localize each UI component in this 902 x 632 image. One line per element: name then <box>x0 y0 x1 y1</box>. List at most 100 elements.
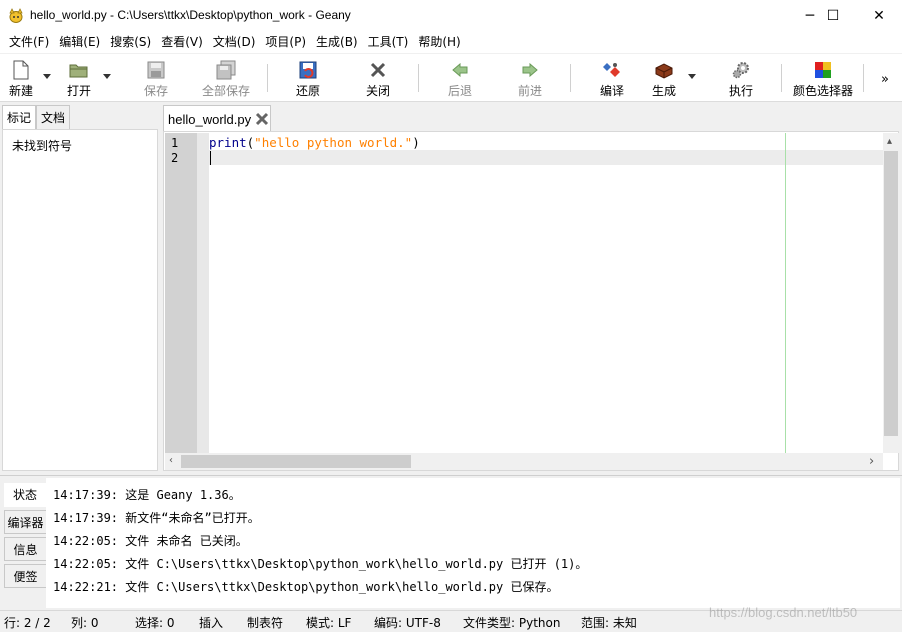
status-filetype: 文件类型: Python <box>463 616 561 630</box>
maximize-button[interactable]: ☐ <box>810 0 856 31</box>
run-button[interactable]: 执行 <box>726 58 756 100</box>
menu-bar: 文件(F) 编辑(E) 搜索(S) 查看(V) 文档(D) 项目(P) 生成(B… <box>0 31 902 53</box>
line-number: 1 <box>171 136 179 150</box>
status-log-panel: 14:17:39: 这是 Geany 1.36。 14:17:39: 新文件“未… <box>46 478 900 608</box>
build-button[interactable]: 生成 <box>649 58 679 100</box>
new-file-icon <box>11 60 31 80</box>
color-chooser-label: 颜色选择器 <box>792 84 853 98</box>
save-all-button[interactable]: 全部保存 <box>199 58 253 100</box>
text-caret <box>210 151 211 165</box>
tab-scribble[interactable]: 便签 <box>4 564 46 588</box>
long-line-marker <box>785 133 786 453</box>
tab-symbols[interactable]: 标记 <box>2 105 37 129</box>
save-button[interactable]: 保存 <box>140 58 172 100</box>
horizontal-scrollbar[interactable]: ‹ › <box>165 453 883 470</box>
compile-label: 编译 <box>599 84 624 98</box>
toolbar-separator <box>570 64 571 92</box>
forward-button[interactable]: 前进 <box>515 58 545 100</box>
status-encoding: 编码: UTF-8 <box>374 616 441 630</box>
scroll-up-icon[interactable]: ▴ <box>887 136 892 147</box>
code-keyword: print <box>209 135 247 150</box>
revert-button[interactable]: 还原 <box>293 58 323 100</box>
log-line: 14:17:39: 新文件“未命名”已打开。 <box>53 511 260 525</box>
close-window-button[interactable]: ✕ <box>856 0 902 31</box>
tab-status[interactable]: 状态 <box>4 483 46 507</box>
code-line: print("hello python world.") <box>209 135 420 150</box>
tab-documents[interactable]: 文档 <box>36 105 71 129</box>
forward-label: 前进 <box>517 84 542 98</box>
toolbar-overflow-chevron-icon[interactable]: » <box>881 72 889 87</box>
log-line: 14:22:05: 文件 C:\Users\ttkx\Desktop\pytho… <box>53 557 588 571</box>
watermark-text: https://blog.csdn.net/ltb50 <box>709 605 858 620</box>
no-symbols-text: 未找到符号 <box>12 139 73 153</box>
code-paren: ) <box>412 135 420 150</box>
build-dropdown-arrow[interactable] <box>688 74 696 79</box>
menu-edit[interactable]: 编辑(E) <box>54 32 105 52</box>
arrow-right-icon <box>520 60 540 80</box>
save-all-icon <box>216 60 236 80</box>
build-brick-icon <box>654 60 674 80</box>
new-button[interactable]: 新建 <box>6 58 36 100</box>
toolbar-separator <box>781 64 782 92</box>
geany-app-icon <box>8 8 24 24</box>
log-line: 14:17:39: 这是 Geany 1.36。 <box>53 488 241 502</box>
status-line: 行: 2 / 2 <box>4 616 51 630</box>
menu-search[interactable]: 搜索(S) <box>105 32 156 52</box>
compile-button[interactable]: 编译 <box>597 58 627 100</box>
close-file-button[interactable]: 关闭 <box>363 58 393 100</box>
status-indent-type: 制表符 <box>247 616 284 630</box>
open-folder-icon <box>69 60 89 80</box>
tab-compiler[interactable]: 编译器 <box>4 510 46 534</box>
line-number-gutter: 1 2 <box>165 133 197 453</box>
editor-area: hello_world.py 1 2 print("hello python w… <box>163 105 899 471</box>
document-tab[interactable]: hello_world.py <box>163 105 271 131</box>
menu-document[interactable]: 文档(D) <box>208 32 261 52</box>
toolbar-separator <box>863 64 864 92</box>
save-label: 保存 <box>143 84 168 98</box>
color-chooser-button[interactable]: 颜色选择器 <box>792 58 854 100</box>
vertical-scrollbar[interactable]: ▴ <box>883 133 899 453</box>
scroll-right-icon[interactable]: › <box>869 454 874 469</box>
tab-messages[interactable]: 信息 <box>4 537 46 561</box>
scroll-left-icon[interactable]: ‹ <box>169 455 173 466</box>
window-title: hello_world.py - C:\Users\ttkx\Desktop\p… <box>30 8 351 22</box>
menu-project[interactable]: 项目(P) <box>260 32 311 52</box>
vertical-scroll-thumb[interactable] <box>884 151 898 436</box>
log-line: 14:22:05: 文件 未命名 已关闭。 <box>53 534 248 548</box>
menu-view[interactable]: 查看(V) <box>156 32 208 52</box>
save-icon <box>146 60 166 80</box>
new-label: 新建 <box>8 84 33 98</box>
status-insert-mode: 插入 <box>199 616 224 630</box>
new-dropdown-arrow[interactable] <box>43 74 51 79</box>
open-label: 打开 <box>66 84 91 98</box>
close-x-icon <box>368 60 388 80</box>
code-string: "hello python world." <box>254 135 413 150</box>
status-selection: 选择: 0 <box>135 616 175 630</box>
back-button[interactable]: 后退 <box>445 58 475 100</box>
close-tab-icon[interactable] <box>255 112 269 126</box>
title-bar: hello_world.py - C:\Users\ttkx\Desktop\p… <box>0 0 902 31</box>
menu-file[interactable]: 文件(F) <box>4 32 54 52</box>
fold-margin[interactable] <box>197 133 209 453</box>
open-dropdown-arrow[interactable] <box>103 74 111 79</box>
status-scope: 范围: 未知 <box>581 616 637 630</box>
menu-help[interactable]: 帮助(H) <box>413 32 465 52</box>
code-editor[interactable]: 1 2 print("hello python world.") ▴ ‹ › <box>163 131 899 471</box>
arrow-left-icon <box>450 60 470 80</box>
compile-icon <box>602 60 622 80</box>
open-button[interactable]: 打开 <box>64 58 94 100</box>
save-all-label: 全部保存 <box>201 84 250 98</box>
symbols-panel: 未找到符号 <box>2 129 158 471</box>
build-label: 生成 <box>651 84 676 98</box>
close-file-label: 关闭 <box>365 84 390 98</box>
revert-label: 还原 <box>295 84 320 98</box>
menu-tools[interactable]: 工具(T) <box>363 32 414 52</box>
document-tab-label: hello_world.py <box>168 112 252 127</box>
current-line-highlight <box>209 150 883 165</box>
menu-build[interactable]: 生成(B) <box>311 32 363 52</box>
horizontal-scroll-thumb[interactable] <box>181 455 411 468</box>
toolbar: 新建 打开 保存 全部保存 还原 关闭 后退 前进 编译 生成 执行 颜色选择器… <box>0 54 902 102</box>
toolbar-separator <box>418 64 419 92</box>
status-line-ending: 模式: LF <box>306 616 352 630</box>
status-column: 列: 0 <box>71 616 99 630</box>
